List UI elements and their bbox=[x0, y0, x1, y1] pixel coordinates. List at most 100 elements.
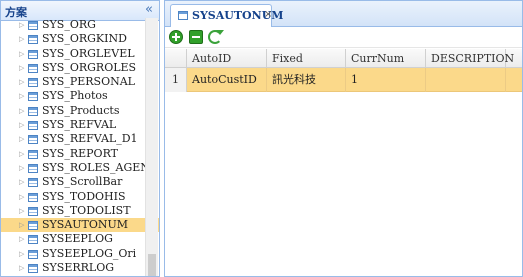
expand-arrow-icon[interactable]: ▷ bbox=[19, 218, 25, 232]
data-grid: AutoID Fixed CurrNum DESCRIPTION 1 AutoC… bbox=[165, 49, 522, 92]
table-icon bbox=[28, 192, 38, 202]
tree-scrollbar[interactable] bbox=[145, 18, 158, 276]
expand-arrow-icon[interactable]: ▷ bbox=[19, 175, 25, 189]
tree-item-label: SYSEEPLOG_Ori bbox=[42, 246, 137, 260]
expand-arrow-icon[interactable]: ▷ bbox=[19, 75, 25, 89]
tree-item[interactable]: ▷ SYS_Products bbox=[1, 104, 159, 118]
expand-arrow-icon[interactable]: ▷ bbox=[19, 89, 25, 103]
expand-arrow-icon[interactable]: ▷ bbox=[19, 261, 25, 275]
tree-item-label: SYS_REFVAL_D1 bbox=[42, 132, 138, 146]
table-icon bbox=[28, 249, 38, 259]
remove-icon[interactable] bbox=[189, 30, 203, 44]
table-icon bbox=[28, 63, 38, 73]
tree-item[interactable]: ▷ SYS_REFVAL bbox=[1, 118, 159, 132]
table-icon bbox=[28, 49, 38, 59]
tree-item[interactable]: ▷ SYS_Photos bbox=[1, 89, 159, 103]
expand-arrow-icon[interactable]: ▷ bbox=[19, 47, 25, 61]
add-icon[interactable] bbox=[169, 30, 183, 44]
tree-item[interactable]: ▷ SYS_ROLES_AGENT bbox=[1, 161, 159, 175]
refresh-icon[interactable] bbox=[208, 30, 224, 44]
grid-toolbar bbox=[165, 27, 522, 48]
expand-arrow-icon[interactable]: ▷ bbox=[19, 32, 25, 46]
tree-item-label: SYS_ScrollBar bbox=[42, 175, 123, 189]
tree-item[interactable]: ▷ SYS_PERSONAL bbox=[1, 75, 159, 89]
tree-item-label: SYSEEPLOG bbox=[42, 232, 113, 246]
expand-arrow-icon[interactable]: ▷ bbox=[19, 247, 25, 261]
header-filler bbox=[506, 49, 522, 68]
cell-autoid[interactable]: AutoCustID bbox=[187, 68, 267, 92]
tree-item-label: SYSERRLOG bbox=[42, 261, 115, 275]
tree-item-label: SYS_ORGROLES bbox=[42, 60, 137, 74]
table-icon bbox=[28, 92, 38, 102]
tree-item-label: SYS_REPORT bbox=[42, 146, 118, 160]
tree-scrollbar-thumb[interactable] bbox=[148, 254, 156, 276]
table-icon bbox=[28, 264, 38, 274]
tree-item[interactable]: ▷ SYS_TODOLIST bbox=[1, 204, 159, 218]
table-row[interactable]: 1 AutoCustID 訊光科技 1 bbox=[165, 68, 522, 92]
table-icon bbox=[28, 163, 38, 173]
expand-arrow-icon[interactable]: ▷ bbox=[19, 232, 25, 246]
tree-item[interactable]: ▷ SYS_REFVAL_D1 bbox=[1, 132, 159, 146]
tree-item-label: SYS_ORGKIND bbox=[42, 32, 127, 46]
cell-currnum[interactable]: 1 bbox=[346, 68, 426, 92]
column-header-autoid[interactable]: AutoID bbox=[187, 49, 267, 68]
tree-item[interactable]: ▷ SYS_ORGROLES bbox=[1, 61, 159, 75]
table-icon bbox=[28, 106, 38, 116]
tree-item-label: SYS_Products bbox=[42, 103, 120, 117]
rownum-header bbox=[165, 49, 187, 68]
tree-item[interactable]: ▷ SYS_ScrollBar bbox=[1, 175, 159, 189]
table-icon bbox=[28, 78, 38, 88]
tree-item-label: SYS_PERSONAL bbox=[42, 75, 135, 89]
collapse-panel-icon[interactable]: « bbox=[145, 2, 153, 18]
expand-arrow-icon[interactable]: ▷ bbox=[19, 161, 25, 175]
tree-item-label: SYS_Photos bbox=[42, 89, 108, 103]
table-icon bbox=[178, 11, 188, 20]
expand-arrow-icon[interactable]: ▷ bbox=[19, 104, 25, 118]
table-icon bbox=[28, 149, 38, 159]
tree-item[interactable]: ▷ SYS_TODOHIS bbox=[1, 190, 159, 204]
table-icon bbox=[28, 178, 38, 188]
tree-item[interactable]: ▷ SYSEEPLOG bbox=[1, 232, 159, 246]
table-icon bbox=[28, 221, 38, 231]
tree-item-label: SYS_TODOLIST bbox=[42, 203, 131, 217]
tree-item-label: SYS_ROLES_AGENT bbox=[42, 160, 158, 174]
tree-item-label: SYS_TODOHIS bbox=[42, 189, 126, 203]
expand-arrow-icon[interactable]: ▷ bbox=[19, 132, 25, 146]
column-header-description[interactable]: DESCRIPTION bbox=[426, 49, 514, 68]
tree-item[interactable]: ▷ SYS_REPORT bbox=[1, 147, 159, 161]
tree-item[interactable]: ▷ SYSEEPLOG_Ori bbox=[1, 247, 159, 261]
tree-item[interactable]: ▷ SYS_ORGLEVEL bbox=[1, 47, 159, 61]
expand-arrow-icon[interactable]: ▷ bbox=[19, 204, 25, 218]
expand-arrow-icon[interactable]: ▷ bbox=[19, 18, 25, 32]
tree-item[interactable]: ▷ SYS_ORGKIND bbox=[1, 32, 159, 46]
schema-panel: 方案 « ▷ SYS_ORG ▷ SYS_ORGKIND ▷ SYS_ORGLE… bbox=[0, 0, 160, 277]
tab-sysautonum[interactable]: SYSAUTONUM × bbox=[170, 4, 283, 27]
table-editor-panel: SYSAUTONUM × AutoID Fixed CurrNum DESCRI… bbox=[164, 0, 523, 277]
tree-item-label: SYS_ORGLEVEL bbox=[42, 46, 135, 60]
tree-item-label: SYS_REFVAL bbox=[42, 118, 117, 132]
row-number: 1 bbox=[165, 68, 187, 92]
tab-strip: SYSAUTONUM × bbox=[165, 1, 522, 27]
expand-arrow-icon[interactable]: ▷ bbox=[19, 61, 25, 75]
table-tree: ▷ SYS_ORG ▷ SYS_ORGKIND ▷ SYS_ORGLEVEL ▷… bbox=[1, 18, 159, 275]
tree-item-selected[interactable]: ▷ SYSAUTONUM bbox=[1, 218, 159, 233]
tree-item-label: SYS_ORG bbox=[42, 18, 96, 31]
expand-arrow-icon[interactable]: ▷ bbox=[19, 147, 25, 161]
expand-arrow-icon[interactable]: ▷ bbox=[19, 118, 25, 132]
row-filler bbox=[506, 68, 522, 92]
grid-header: AutoID Fixed CurrNum DESCRIPTION bbox=[165, 49, 522, 68]
cell-fixed[interactable]: 訊光科技 bbox=[267, 68, 346, 92]
tree-item[interactable]: ▷ SYS_ORG bbox=[1, 18, 159, 32]
expand-arrow-icon[interactable]: ▷ bbox=[19, 190, 25, 204]
tree-item[interactable]: ▷ SYSERRLOG bbox=[1, 261, 159, 275]
cell-description[interactable] bbox=[426, 68, 506, 92]
close-icon[interactable]: × bbox=[264, 9, 272, 20]
table-icon bbox=[28, 21, 38, 30]
table-icon bbox=[28, 135, 38, 145]
column-header-currnum[interactable]: CurrNum bbox=[346, 49, 426, 68]
tree-item-label: SYSAUTONUM bbox=[42, 218, 129, 232]
table-icon bbox=[28, 121, 38, 131]
column-header-fixed[interactable]: Fixed bbox=[267, 49, 346, 68]
table-icon bbox=[28, 35, 38, 45]
table-icon bbox=[28, 235, 38, 245]
